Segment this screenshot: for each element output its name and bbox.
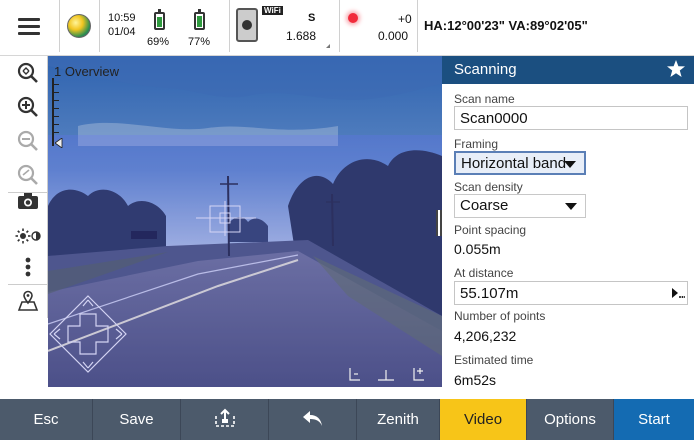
scan-name-label: Scan name (454, 92, 515, 106)
number-of-points-label: Number of points (454, 309, 546, 323)
angle-readout[interactable]: HA:12°00'23" VA:89°02'05" (424, 0, 694, 52)
zoom-extents-button[interactable] (8, 56, 48, 90)
view-icons (348, 364, 428, 382)
zoom-in-button[interactable] (8, 90, 48, 124)
offset-height: 0.000 (378, 29, 409, 43)
instrument-status[interactable]: WiFi S 1.688 (230, 0, 340, 52)
battery-2-icon (194, 9, 205, 30)
esc-button[interactable]: Esc (0, 399, 93, 440)
brightness-icon (15, 228, 41, 244)
zoom-extents-icon (17, 62, 39, 84)
zoom-out-button[interactable] (8, 124, 48, 158)
corner-indicator-icon (326, 44, 330, 48)
laser-pointer-icon (348, 13, 358, 23)
estimated-time-value: 6m52s (454, 372, 497, 388)
brightness-button[interactable] (8, 219, 48, 253)
scanner-instrument-icon (236, 8, 258, 42)
wifi-badge: WiFi (262, 6, 283, 15)
point-spacing-value: 0.055m (454, 241, 501, 257)
star-favorite-icon[interactable] (666, 59, 686, 84)
more-options-button[interactable] (8, 250, 48, 284)
point-spacing-label: Point spacing (454, 223, 527, 237)
start-button[interactable]: Start (614, 399, 694, 440)
time-battery-status[interactable]: 10:59 01/04 69% 77% (100, 0, 230, 52)
at-distance-label: At distance (454, 266, 514, 280)
transfer-button[interactable] (181, 399, 269, 440)
at-distance-value: 55.107m (460, 285, 519, 302)
more-options-icon (25, 257, 31, 277)
scan-density-value: Coarse (460, 197, 509, 214)
camera-icon (17, 192, 39, 210)
overview-label: 1 Overview (54, 64, 120, 79)
scan-density-dropdown[interactable]: Coarse (454, 194, 586, 218)
divider-strip (0, 387, 694, 399)
battery-2-percent: 77% (188, 36, 211, 48)
zoom-out-icon (17, 130, 39, 152)
framing-value: Horizontal band (461, 155, 567, 172)
scan-density-label: Scan density (454, 180, 523, 194)
zoom-previous-icon (17, 164, 39, 186)
map-toolbar (8, 56, 48, 318)
map-view-icon (17, 290, 39, 312)
back-button[interactable] (269, 399, 357, 440)
zenith-button[interactable]: Zenith (357, 399, 440, 440)
chevron-down-icon (564, 161, 576, 168)
back-arrow-icon (302, 409, 324, 431)
ha-va-text: HA:12°00'23" VA:89°02'05" (424, 18, 588, 33)
number-of-points-value: 4,206,232 (454, 328, 517, 344)
measure-arrow-button[interactable] (668, 282, 688, 304)
date-text: 01/04 (108, 26, 136, 38)
gps-status[interactable] (60, 0, 100, 52)
transfer-upload-icon (213, 408, 237, 432)
offset-value: +0 (398, 12, 412, 26)
scan-name-input[interactable]: Scan0000 (454, 106, 688, 130)
estimated-time-label: Estimated time (454, 353, 534, 367)
instrument-letter: S (308, 12, 316, 24)
scan-band-overlay (48, 135, 442, 387)
instrument-value: 1.688 (286, 29, 317, 43)
scanning-panel: Scanning Scan name Scan0000 Framing Hori… (442, 56, 694, 388)
panel-header: Scanning (442, 56, 694, 84)
camera-button[interactable] (8, 184, 48, 218)
menu-button[interactable] (0, 0, 60, 52)
framing-dropdown[interactable]: Horizontal band (454, 151, 586, 175)
battery-1-percent: 69% (147, 36, 170, 48)
zoom-scale-bar[interactable] (52, 78, 63, 148)
status-bar: 10:59 01/04 69% 77% WiFi S 1.688 +0 0.00… (0, 0, 694, 56)
panel-title: Scanning (454, 61, 517, 78)
options-button[interactable]: Options (527, 399, 614, 440)
video-button[interactable]: Video (440, 399, 527, 440)
save-button[interactable]: Save (93, 399, 181, 440)
bottom-button-bar: Esc Save Zenith Video Options Start (0, 399, 694, 440)
globe-gps-icon[interactable] (67, 14, 91, 38)
laser-status[interactable]: +0 0.000 (340, 0, 418, 52)
time-text: 10:59 (108, 12, 136, 24)
battery-1-icon (154, 9, 165, 30)
zoom-in-icon (17, 96, 39, 118)
map-view-button[interactable] (8, 284, 48, 318)
chevron-down-icon (565, 203, 577, 210)
camera-view[interactable]: 1 Overview (48, 56, 442, 387)
framing-label: Framing (454, 137, 499, 151)
at-distance-input[interactable]: 55.107m (454, 281, 688, 305)
